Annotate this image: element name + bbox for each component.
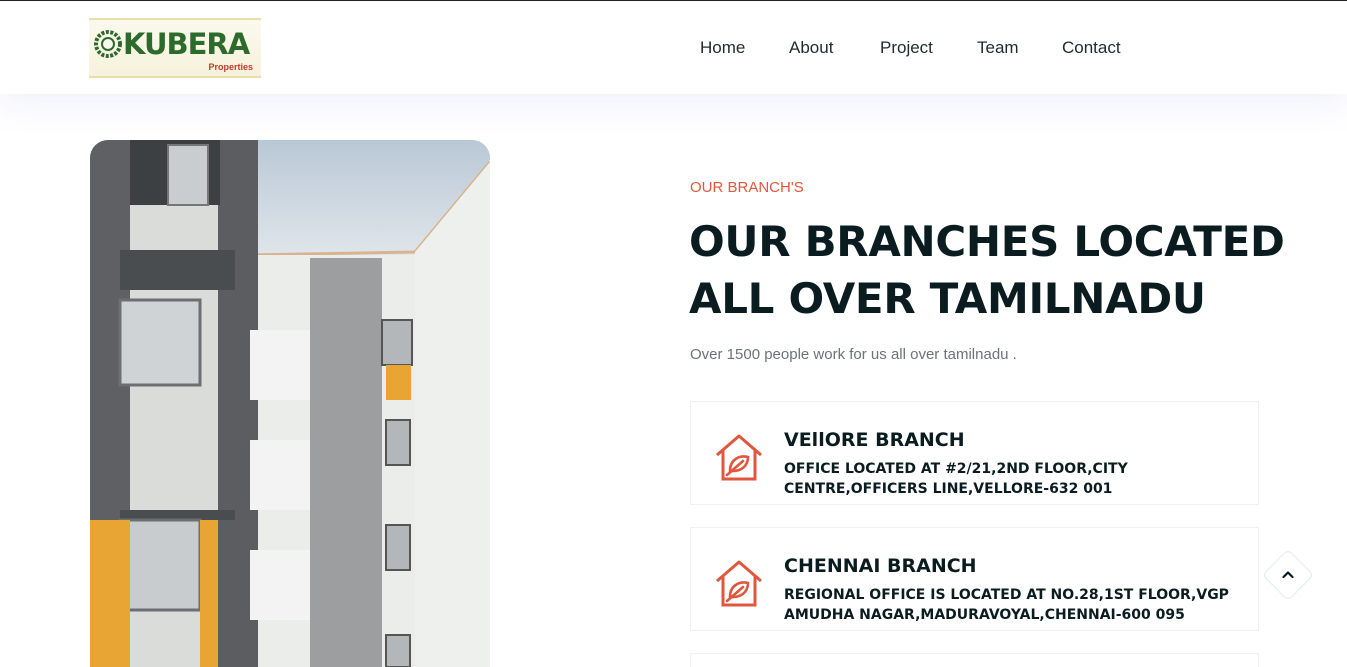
nav-home[interactable]: Home (700, 38, 745, 58)
branch-address: OFFICE LOCATED AT #2/21,2ND FLOOR,CITY C… (784, 461, 1128, 497)
building-illustration (90, 140, 490, 667)
building-photo (90, 140, 490, 667)
ornament-icon (94, 30, 122, 58)
brand-tagline: Properties (208, 62, 253, 72)
branch-title: VEllORE BRANCH (784, 429, 965, 451)
section-headline: OUR BRANCHES LOCATED ALL OVER TAMILNADU (689, 213, 1289, 327)
scroll-to-top-button[interactable] (1260, 547, 1316, 603)
branch-card-vellore: VEllORE BRANCH OFFICE LOCATED AT #2/21,2… (690, 401, 1259, 505)
nav-contact[interactable]: Contact (1062, 38, 1121, 58)
section-eyebrow: OUR BRANCH'S (690, 179, 804, 196)
branch-address: REGIONAL OFFICE IS LOCATED AT NO.28,1ST … (784, 587, 1229, 623)
chevron-up-icon (1264, 551, 1312, 599)
section-lead: Over 1500 people work for us all over ta… (690, 346, 1017, 363)
site-header: KUBERA Properties Home About Project Tea… (0, 2, 1347, 94)
house-leaf-icon (716, 560, 762, 607)
branch-card-chennai: CHENNAI BRANCH REGIONAL OFFICE IS LOCATE… (690, 527, 1259, 631)
nav-team[interactable]: Team (977, 38, 1019, 58)
branch-card-partial (690, 653, 1259, 667)
nav-project[interactable]: Project (880, 38, 933, 58)
headline-line-1: OUR BRANCHES LOCATED (689, 217, 1285, 266)
brand-logo[interactable]: KUBERA Properties (89, 18, 261, 78)
branch-title: CHENNAI BRANCH (784, 555, 977, 577)
headline-line-2: ALL OVER TAMILNADU (689, 274, 1206, 323)
nav-about[interactable]: About (789, 38, 833, 58)
house-leaf-icon (716, 434, 762, 481)
brand-wordmark: KUBERA (123, 27, 250, 61)
